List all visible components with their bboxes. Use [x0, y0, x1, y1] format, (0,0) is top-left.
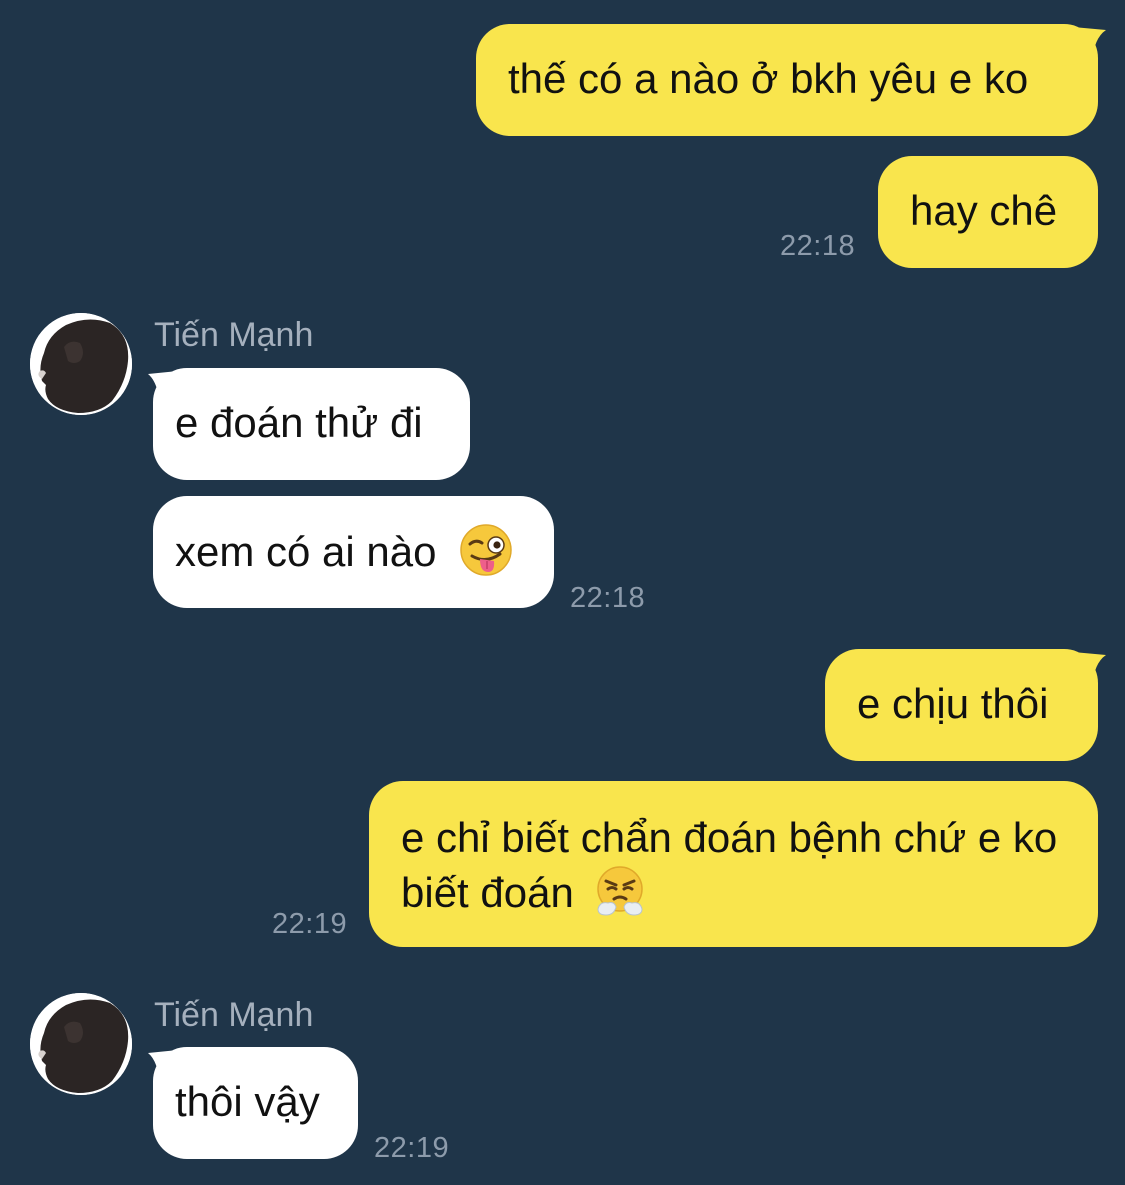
- chat-thread[interactable]: thế có a nào ở bkh yêu e ko hay chê 22:1…: [0, 0, 1125, 1185]
- message-text: e đoán thử đi: [175, 399, 423, 446]
- sender-avatar[interactable]: [30, 993, 132, 1095]
- message-timestamp: 22:19: [374, 1132, 450, 1164]
- incoming-message-bubble[interactable]: e đoán thử đi: [153, 368, 470, 480]
- message-text: thế có a nào ở bkh yêu e ko: [508, 55, 1029, 102]
- winking-face-with-tongue-icon: [460, 524, 512, 576]
- message-text: xem có ai nào: [175, 528, 437, 575]
- message-timestamp: 22:18: [780, 230, 856, 262]
- profile-silhouette-avatar: [30, 993, 132, 1095]
- message-timestamp: 22:19: [272, 908, 348, 940]
- outgoing-message-bubble[interactable]: e chỉ biết chẩn đoán bệnh chứ e ko biết …: [369, 781, 1098, 947]
- message-text: e chịu thôi: [857, 680, 1049, 727]
- outgoing-message-bubble[interactable]: thế có a nào ở bkh yêu e ko: [476, 24, 1098, 136]
- message-timestamp: 22:18: [570, 582, 646, 614]
- sender-avatar[interactable]: [30, 313, 132, 415]
- message-text: hay chê: [910, 187, 1058, 234]
- sender-name: Tiến Mạnh: [154, 996, 314, 1034]
- profile-silhouette-avatar: [30, 313, 132, 415]
- sender-name: Tiến Mạnh: [154, 316, 314, 354]
- outgoing-message-bubble[interactable]: hay chê: [878, 156, 1098, 268]
- incoming-bubble-tail: [148, 1049, 188, 1089]
- message-text: thôi vậy: [175, 1078, 320, 1125]
- incoming-message-bubble[interactable]: xem có ai nào: [153, 496, 554, 608]
- face-with-steam-from-nose-icon: [596, 866, 643, 916]
- incoming-bubble-tail: [148, 370, 188, 410]
- outgoing-bubble-tail: [1062, 26, 1106, 66]
- outgoing-message-bubble[interactable]: e chịu thôi: [825, 649, 1098, 761]
- message-text: e chỉ biết chẩn đoán bệnh chứ e ko biết …: [401, 814, 1058, 916]
- outgoing-bubble-tail: [1062, 651, 1106, 691]
